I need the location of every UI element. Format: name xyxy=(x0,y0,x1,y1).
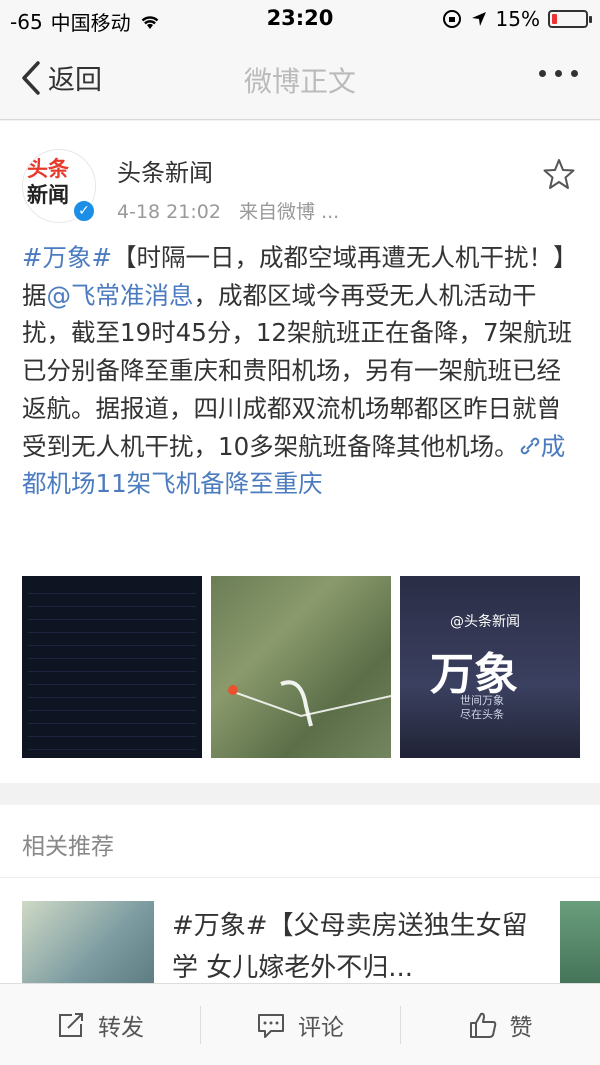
battery-percent: 15% xyxy=(495,7,540,31)
post-image-flight-board[interactable] xyxy=(22,576,202,758)
like-button[interactable]: 赞 xyxy=(400,984,600,1065)
post-image-wanxiang-banner[interactable]: @头条新闻 万象 世间万象 尽在头条 xyxy=(400,576,580,758)
thumbs-up-icon xyxy=(469,1012,496,1038)
link-icon xyxy=(520,437,539,454)
banner-subtitle-line1: 世间万象 xyxy=(460,694,504,707)
like-label: 赞 xyxy=(509,1014,533,1041)
repost-label: 转发 xyxy=(98,1014,144,1041)
flight-board-rows xyxy=(28,582,196,751)
more-dot-icon xyxy=(555,70,562,77)
post-content: #万象#【时隔一日，成都空域再遭无人机干扰！】据@飞常准消息，成都区域今再受无人… xyxy=(22,239,582,503)
status-bar: -65 中国移动 23:20 15% xyxy=(0,0,600,40)
more-dot-icon xyxy=(571,70,578,77)
nav-bar: 返回 微博正文 xyxy=(0,40,600,120)
related-item-text[interactable]: #万象#【父母卖房送独生女留学 女儿嫁老外不归... xyxy=(172,905,532,989)
post-meta: 4-18 21:02 来自微博 ... xyxy=(117,197,339,224)
mention-link[interactable]: @飞常准消息 xyxy=(47,281,194,310)
comment-button[interactable]: 评论 xyxy=(200,984,400,1065)
hashtag-link[interactable]: #万象# xyxy=(22,243,112,272)
banner-subtitle-line2: 尽在头条 xyxy=(460,708,504,721)
post-images: @头条新闻 万象 世间万象 尽在头条 xyxy=(22,576,580,758)
banner-subtitle: 世间万象 尽在头条 xyxy=(460,694,504,722)
location-arrow-icon xyxy=(471,12,486,26)
related-title: 相关推荐 xyxy=(22,834,114,860)
page-title: 微博正文 xyxy=(243,65,356,98)
more-dot-icon xyxy=(539,70,546,77)
avatar-logo: 头条 新闻 xyxy=(27,156,69,208)
battery-level xyxy=(552,14,557,24)
status-right: 15% xyxy=(442,7,592,31)
verified-badge-icon: ✓ xyxy=(72,199,96,223)
post-time: 4-18 21:02 xyxy=(117,201,221,223)
banner-handle: @头条新闻 xyxy=(450,614,520,630)
comment-icon xyxy=(258,1013,284,1038)
favorite-star-icon[interactable] xyxy=(542,157,576,191)
post-card: 头条 新闻 ✓ 头条新闻 4-18 21:02 来自微博 ... #万象#【时隔… xyxy=(0,121,600,783)
avatar-logo-line1: 头条 xyxy=(27,157,69,181)
author-name[interactable]: 头条新闻 xyxy=(117,153,213,188)
more-button[interactable] xyxy=(539,70,578,77)
rotation-lock-icon xyxy=(442,10,461,28)
divider xyxy=(0,877,600,878)
comment-label: 评论 xyxy=(298,1014,344,1041)
battery-icon xyxy=(548,10,592,28)
repost-button[interactable]: 转发 xyxy=(0,984,200,1065)
repost-icon xyxy=(59,1012,83,1037)
action-bar: 转发 评论 赞 xyxy=(0,983,600,1065)
map-overlay xyxy=(228,680,391,727)
banner-title: 万象 xyxy=(430,649,518,700)
post-image-satellite-map[interactable] xyxy=(211,576,391,758)
post-source: 来自微博 ... xyxy=(239,201,340,223)
avatar-logo-line2: 新闻 xyxy=(27,183,69,207)
